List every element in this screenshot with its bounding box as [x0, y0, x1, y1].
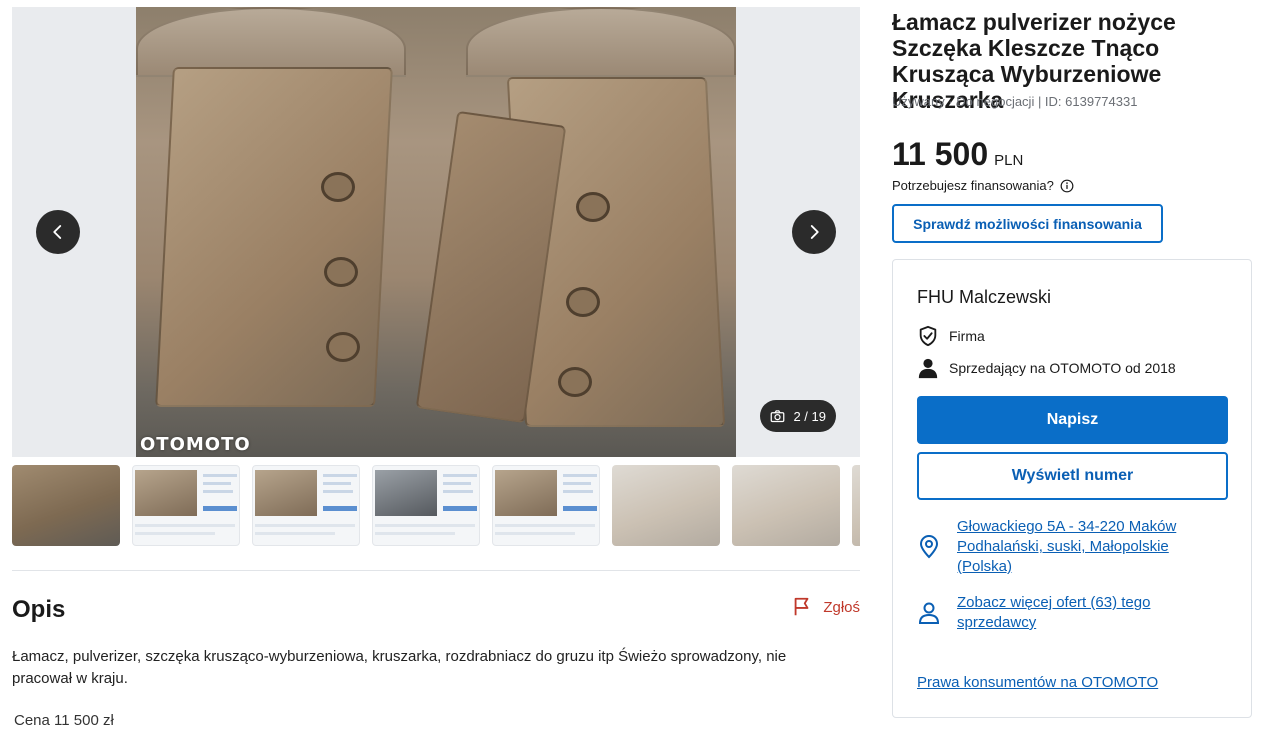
listing-meta: Używany · Do negocjacji | ID: 6139774331 — [892, 94, 1138, 109]
previous-photo-button[interactable] — [36, 210, 80, 254]
location-pin-icon — [919, 535, 939, 559]
thumbnail-strip — [12, 465, 860, 547]
user-icon — [918, 602, 940, 624]
thumbnail[interactable] — [852, 465, 860, 546]
section-divider — [12, 570, 860, 571]
thumbnail[interactable] — [252, 465, 360, 546]
info-icon[interactable] — [1060, 179, 1074, 193]
thumbnail[interactable] — [732, 465, 840, 546]
thumbnail[interactable] — [612, 465, 720, 546]
show-number-button[interactable]: Wyświetl numer — [917, 452, 1228, 500]
price-currency: PLN — [994, 152, 1024, 169]
seller-card: FHU Malczewski Firma Sprzedający na OTOM… — [892, 259, 1252, 718]
listing-photo: OTOMOTO — [136, 7, 736, 457]
report-button[interactable]: Zgłoś — [791, 596, 860, 618]
finance-question-label: Potrzebujesz finansowania? — [892, 178, 1054, 193]
photo-counter-text: 2 / 19 — [793, 408, 826, 424]
more-offers: Zobacz więcej ofert (63) tego sprzedawcy — [917, 593, 1197, 633]
description-heading: Opis — [12, 596, 66, 623]
consumer-rights-link[interactable]: Prawa konsumentów na OTOMOTO — [917, 674, 1158, 691]
thumbnail[interactable] — [372, 465, 480, 546]
price: 11 500 PLN — [892, 136, 1023, 173]
thumbnail[interactable] — [492, 465, 600, 546]
seller-type: Firma — [917, 325, 985, 347]
seller-since-label: Sprzedający na OTOMOTO od 2018 — [949, 360, 1176, 376]
more-offers-link[interactable]: Zobacz więcej ofert (63) tego sprzedawcy — [957, 593, 1197, 633]
seller-since: Sprzedający na OTOMOTO od 2018 — [917, 357, 1176, 379]
person-icon — [918, 358, 938, 379]
main-image-viewer[interactable]: OTOMOTO 2 / 19 — [12, 7, 860, 457]
price-value: 11 500 — [892, 136, 989, 172]
description-price-line: Cena 11 500 zł — [14, 712, 114, 729]
flag-icon — [794, 597, 809, 616]
thumbnail[interactable] — [12, 465, 120, 546]
next-photo-button[interactable] — [792, 210, 836, 254]
seller-address-link[interactable]: Głowackiego 5A - 34-220 Maków Podhalańsk… — [957, 517, 1217, 577]
description-text: Łamacz, pulverizer, szczęka krusząco-wyb… — [12, 648, 787, 687]
thumbnail[interactable] — [132, 465, 240, 546]
check-financing-button[interactable]: Sprawdź możliwości finansowania — [892, 204, 1163, 243]
write-message-button[interactable]: Napisz — [917, 396, 1228, 444]
chevron-left-icon — [53, 225, 62, 239]
seller-address: Głowackiego 5A - 34-220 Maków Podhalańsk… — [917, 517, 1217, 577]
camera-icon — [771, 409, 785, 422]
chevron-right-icon — [810, 225, 819, 239]
otomoto-watermark: OTOMOTO — [140, 434, 251, 455]
shield-check-icon — [919, 325, 937, 347]
report-label: Zgłoś — [823, 598, 860, 616]
seller-type-label: Firma — [949, 328, 985, 344]
finance-question: Potrzebujesz finansowania? — [892, 178, 1074, 193]
seller-name: FHU Malczewski — [917, 287, 1052, 307]
photo-counter: 2 / 19 — [760, 400, 836, 432]
